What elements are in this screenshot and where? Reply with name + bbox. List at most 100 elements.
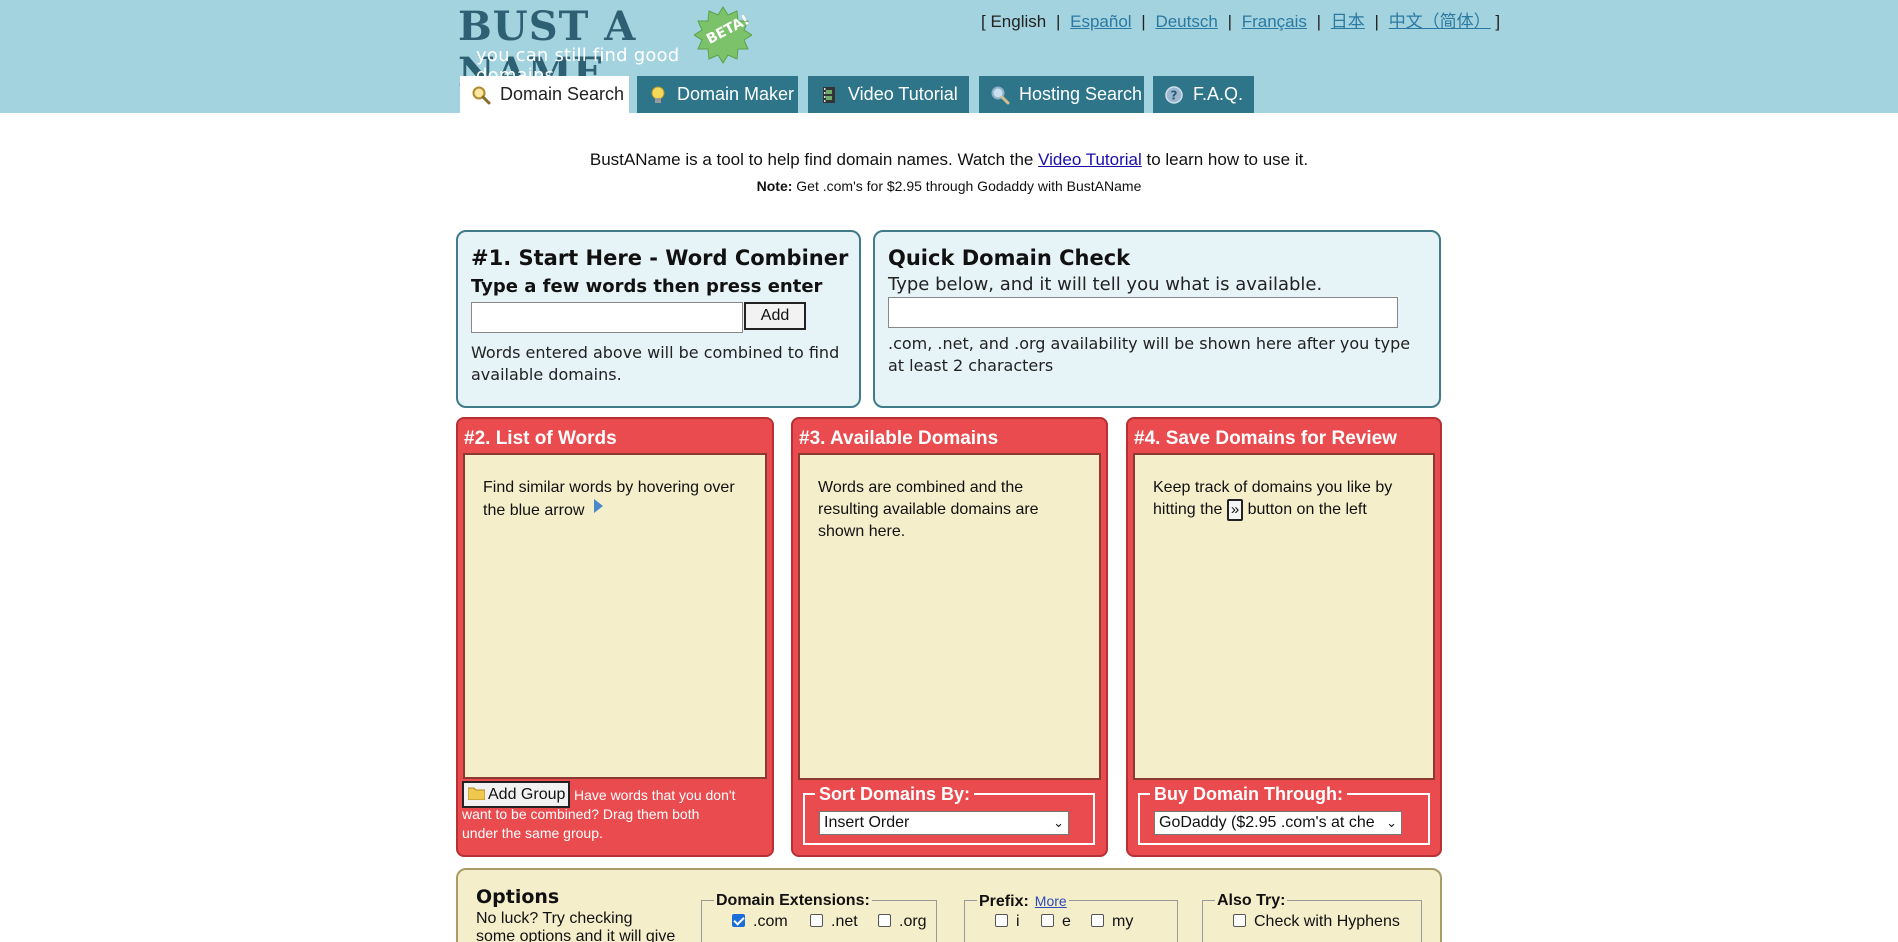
prefix-my-checkbox[interactable]: my [1091,913,1133,931]
save-domains-help: Keep track of domains you like by hittin… [1153,477,1423,521]
chevron-down-icon: ⌄ [1053,815,1064,830]
svg-text:?: ? [1171,89,1178,103]
group-help-line2: want to be combined? Drag them both [462,806,700,822]
separator: | [1227,12,1232,31]
film-icon [823,87,835,103]
note-label: Note: [756,178,793,194]
language-link-japanese[interactable]: 日本 [1331,12,1365,31]
search-icon [991,86,1010,105]
site-logo[interactable]: BUST A NAME you can still find good doma… [458,4,758,96]
save-help-after: button on the left [1243,501,1367,518]
separator: | [1374,12,1379,31]
prefix-i-checkbox[interactable]: i [995,913,1020,931]
extension-net-checkbox[interactable]: .net [810,913,858,931]
also-try-fieldset: Also Try: Check with Hyphens [1202,892,1422,942]
checkbox[interactable] [995,914,1008,927]
hyphens-checkbox[interactable]: Check with Hyphens [1233,913,1400,931]
extension-label: .net [831,913,858,930]
checkbox[interactable] [878,914,891,927]
add-group-button[interactable]: Add Group [462,781,570,808]
prefix-label: my [1112,913,1134,930]
blue-arrow-icon [594,499,604,513]
quick-check-title: Quick Domain Check [888,246,1131,270]
options-help: No luck? Try checking some options and i… [476,910,676,942]
language-link-espanol[interactable]: Español [1070,12,1131,31]
sort-domains-select[interactable]: Insert Order ⌄ [819,811,1069,835]
word-list-help: Find similar words by hovering over the … [483,477,743,522]
available-domains-title: #3. Available Domains [799,428,999,449]
checkbox[interactable] [1041,914,1054,927]
domain-extensions-fieldset: Domain Extensions: .com .net .org [701,892,937,942]
tab-video-tutorial[interactable]: Video Tutorial [808,76,969,113]
prefix-legend: Prefix: More [977,892,1069,911]
tab-hosting-search[interactable]: Hosting Search [979,76,1144,113]
separator: | [1055,12,1061,31]
tab-faq[interactable]: ? F.A.Q. [1153,76,1254,113]
tab-domain-maker[interactable]: Domain Maker [637,76,798,113]
folder-icon [468,787,485,800]
available-domains-help: Words are combined and the resulting ava… [818,479,1039,540]
prefix-label: i [1016,913,1020,930]
list-of-words-panel: #2. List of Words Find similar words by … [456,417,774,857]
save-domains-panel: #4. Save Domains for Review Keep track o… [1126,417,1442,857]
prefix-e-checkbox[interactable]: e [1041,913,1071,931]
language-current-english: English [990,12,1047,31]
help-icon: ? [1165,86,1183,104]
tab-domain-search[interactable]: Domain Search [460,76,629,113]
word-list-area[interactable]: Find similar words by hovering over the … [463,453,767,779]
checkbox[interactable] [1233,914,1246,927]
buy-domain-select[interactable]: GoDaddy ($2.95 .com's at che ⌄ [1154,811,1402,835]
language-link-francais[interactable]: Français [1242,12,1307,31]
language-selector: [ English | Español | Deutsch | Français… [981,7,1500,32]
word-combiner-title: #1. Start Here - Word Combiner [471,246,849,270]
site-header: BUST A NAME you can still find good doma… [0,0,1898,113]
add-group-label: Add Group [488,786,566,803]
word-combiner-help: Words entered above will be combined to … [471,343,840,384]
lightbulb-icon [651,86,665,103]
prefix-label: e [1062,913,1071,930]
tab-label: Video Tutorial [848,84,958,104]
video-tutorial-link[interactable]: Video Tutorial [1038,150,1142,169]
tab-label: Hosting Search [1019,84,1143,104]
tab-label: Domain Search [500,84,625,104]
available-domains-panel: #3. Available Domains Words are combined… [791,417,1108,857]
chevron-down-icon: ⌄ [1386,815,1397,830]
extension-org-checkbox[interactable]: .org [878,913,927,931]
add-word-button[interactable]: Add [744,302,806,330]
word-list-help-text: Find similar words by hovering over the … [483,479,735,519]
sort-domains-fieldset: Sort Domains By: Insert Order ⌄ [803,783,1095,845]
extension-label: .com [753,913,788,930]
checkbox[interactable] [1091,914,1104,927]
word-combiner-panel: #1. Start Here - Word Combiner Type a fe… [456,230,861,408]
available-domains-area[interactable]: Words are combined and the resulting ava… [798,453,1101,780]
extension-com-checkbox[interactable]: .com [732,913,788,931]
tab-label: Domain Maker [677,84,795,104]
separator: | [1316,12,1322,31]
buy-domain-fieldset: Buy Domain Through: GoDaddy ($2.95 .com'… [1138,783,1430,845]
checkbox-checked[interactable] [732,914,745,927]
hyphens-label: Check with Hyphens [1254,913,1400,930]
note-text: Get .com's for $2.95 through Godaddy wit… [792,178,1142,194]
intro-after: to learn how to use it. [1141,150,1309,169]
language-link-deutsch[interactable]: Deutsch [1155,12,1217,31]
word-input[interactable] [471,302,743,333]
word-combiner-subtitle: Type a few words then press enter [471,276,823,297]
intro-before: BustAName is a tool to help find domain … [589,150,1039,169]
buy-domain-value: GoDaddy ($2.95 .com's at che [1159,814,1375,831]
separator: | [1141,12,1146,31]
options-panel: Options No luck? Try checking some optio… [456,868,1442,942]
extension-label: .org [899,913,927,930]
options-title: Options [476,886,560,908]
saved-domains-area[interactable]: Keep track of domains you like by hittin… [1133,453,1435,780]
magnifier-icon [472,86,491,105]
bracket-close: ] [1495,12,1501,31]
list-of-words-title: #2. List of Words [464,428,617,449]
sort-domains-value: Insert Order [824,814,910,831]
quick-check-input[interactable] [888,297,1398,328]
checkbox[interactable] [810,914,823,927]
language-link-chinese[interactable]: 中文（简体） [1389,12,1491,31]
prefix-legend-text: Prefix: [979,893,1029,910]
domain-extensions-legend: Domain Extensions: [714,892,872,910]
prefix-more-link[interactable]: More [1035,893,1067,909]
save-domains-title: #4. Save Domains for Review [1134,428,1397,449]
